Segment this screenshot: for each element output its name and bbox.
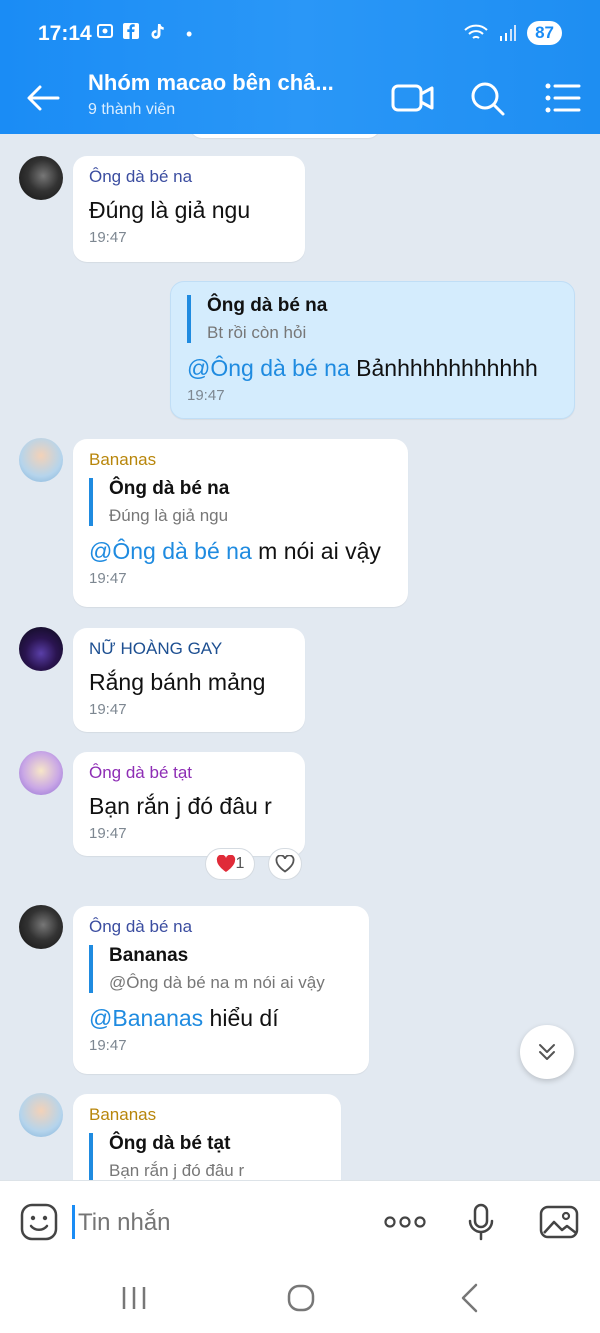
menu-list-icon[interactable] bbox=[540, 78, 586, 118]
message-text: @Ông dà bé na m nói ai vậy bbox=[89, 536, 392, 566]
avatar[interactable] bbox=[19, 438, 63, 482]
more-options-icon[interactable] bbox=[382, 1201, 428, 1243]
message-body: Bảnhhhhhhhhhhh bbox=[349, 355, 538, 381]
quote-text: Đúng là giả ngu bbox=[109, 506, 229, 525]
react-button[interactable] bbox=[268, 848, 302, 880]
sender-name[interactable]: Bananas bbox=[89, 1105, 325, 1125]
heart-outline-icon bbox=[275, 855, 295, 873]
sender-name[interactable]: Ông dà bé na bbox=[89, 917, 353, 937]
avatar[interactable] bbox=[19, 905, 63, 949]
mention[interactable]: @Ông dà bé na bbox=[187, 355, 350, 381]
message-input[interactable] bbox=[74, 1203, 354, 1243]
home-icon[interactable] bbox=[281, 1280, 321, 1316]
double-chevron-down-icon bbox=[539, 1044, 555, 1060]
message-input-bar bbox=[0, 1180, 600, 1262]
system-nav-bar bbox=[0, 1262, 600, 1333]
message-bubble-cut bbox=[190, 134, 380, 138]
chat-header: 17:14 • 87 Nhóm macao bên châ... 9 thành… bbox=[0, 0, 600, 134]
signal-icon bbox=[500, 25, 517, 41]
reaction-count[interactable]: 1 bbox=[205, 848, 255, 880]
message-bubble[interactable]: NỮ HOÀNG GAY Rắng bánh mảng 19:47 bbox=[73, 628, 305, 732]
system-status: 87 bbox=[463, 21, 562, 45]
message-bubble[interactable]: Ông dà bé na Đúng là giả ngu 19:47 bbox=[73, 156, 305, 262]
member-count[interactable]: 9 thành viên bbox=[88, 101, 175, 119]
video-call-icon[interactable] bbox=[390, 78, 436, 118]
quote-sender: Ông dà bé na bbox=[109, 478, 230, 499]
back-arrow-icon[interactable] bbox=[22, 80, 64, 116]
avatar[interactable] bbox=[19, 627, 63, 671]
avatar[interactable] bbox=[19, 1093, 63, 1137]
message-list[interactable]: Ông dà bé na Đúng là giả ngu 19:47 Ông d… bbox=[0, 134, 600, 1180]
message-text: Đúng là giả ngu bbox=[89, 197, 251, 223]
message-body: hiểu dí bbox=[203, 1005, 279, 1031]
recent-apps-icon[interactable] bbox=[114, 1280, 154, 1316]
message-text: Rắng bánh mảng bbox=[89, 669, 266, 695]
microphone-icon[interactable] bbox=[460, 1201, 502, 1243]
tiktok-icon bbox=[151, 24, 164, 39]
message-time: 19:47 bbox=[89, 229, 127, 246]
message-time: 19:47 bbox=[89, 1037, 127, 1054]
scroll-to-bottom-button[interactable] bbox=[520, 1025, 574, 1079]
quote-text: Bạn rắn j đó đâu r bbox=[109, 1161, 245, 1180]
battery-badge: 87 bbox=[527, 21, 562, 45]
quote-sender: Ông dà bé na bbox=[207, 295, 328, 316]
notification-icons bbox=[96, 22, 166, 40]
reply-quote[interactable]: Bananas @Ông dà bé na m nói ai vậy bbox=[89, 945, 353, 993]
reply-quote[interactable]: Ông dà bé tạt Bạn rắn j đó đâu r bbox=[89, 1133, 325, 1180]
back-nav-icon[interactable] bbox=[450, 1280, 490, 1316]
quote-text: @Ông dà bé na m nói ai vậy bbox=[109, 973, 325, 992]
quote-text: Bt rồi còn hỏi bbox=[207, 323, 307, 342]
message-text: @Bananas hiểu dí bbox=[89, 1003, 353, 1033]
reaction-number: 1 bbox=[235, 855, 245, 872]
my-message-bubble[interactable]: Ông dà bé na Bt rồi còn hỏi @Ông dà bé n… bbox=[170, 281, 575, 419]
sender-name[interactable]: Bananas bbox=[89, 450, 392, 470]
avatar[interactable] bbox=[19, 156, 63, 200]
message-body: m nói ai vậy bbox=[251, 538, 381, 564]
status-time: 17:14 bbox=[38, 22, 92, 45]
message-time: 19:47 bbox=[187, 387, 225, 404]
image-gallery-icon[interactable] bbox=[538, 1201, 580, 1243]
sender-name[interactable]: NỮ HOÀNG GAY bbox=[89, 639, 289, 659]
message-bubble[interactable]: Ông dà bé tạt Bạn rắn j đó đâu r 19:47 bbox=[73, 752, 305, 856]
message-bubble[interactable]: Ông dà bé na Bananas @Ông dà bé na m nói… bbox=[73, 906, 369, 1074]
chat-title[interactable]: Nhóm macao bên châ... bbox=[88, 70, 368, 96]
quote-sender: Bananas bbox=[109, 945, 189, 966]
message-text: @Ông dà bé na Bảnhhhhhhhhhhh bbox=[187, 353, 558, 383]
status-bar: 17:14 • 87 bbox=[0, 0, 600, 70]
search-icon[interactable] bbox=[464, 78, 510, 118]
facebook-icon bbox=[123, 23, 139, 39]
status-dot: • bbox=[186, 24, 193, 44]
reply-quote[interactable]: Ông dà bé na Bt rồi còn hỏi bbox=[187, 295, 558, 343]
avatar[interactable] bbox=[19, 751, 63, 795]
mention[interactable]: @Ông dà bé na bbox=[89, 538, 252, 564]
screenshot-icon bbox=[97, 24, 113, 38]
reply-quote[interactable]: Ông dà bé na Đúng là giả ngu bbox=[89, 478, 392, 526]
sender-name[interactable]: Ông dà bé tạt bbox=[89, 763, 289, 783]
message-bubble[interactable]: Bananas Ông dà bé na Đúng là giả ngu @Ôn… bbox=[73, 439, 408, 607]
message-time: 19:47 bbox=[89, 825, 127, 842]
message-text: Bạn rắn j đó đâu r bbox=[89, 793, 272, 819]
message-time: 19:47 bbox=[89, 570, 127, 587]
mention[interactable]: @Bananas bbox=[89, 1005, 203, 1031]
wifi-icon bbox=[464, 24, 488, 39]
message-time: 19:47 bbox=[89, 701, 127, 718]
quote-sender: Ông dà bé tạt bbox=[109, 1133, 231, 1154]
emoji-sticker-icon[interactable] bbox=[18, 1201, 60, 1243]
message-bubble[interactable]: Bananas Ông dà bé tạt Bạn rắn j đó đâu r bbox=[73, 1094, 341, 1180]
heart-filled-icon bbox=[216, 855, 235, 872]
sender-name[interactable]: Ông dà bé na bbox=[89, 167, 289, 187]
